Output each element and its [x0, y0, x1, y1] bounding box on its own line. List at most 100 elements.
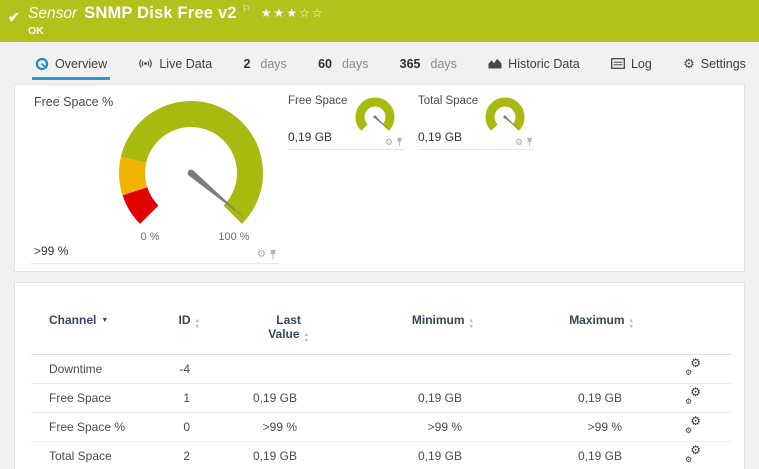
gauge-needle-hub [373, 115, 377, 119]
tab-number: 365 [399, 56, 421, 71]
tab-unit: days [341, 56, 369, 71]
status-ok-check-icon: ✔ [8, 9, 20, 25]
sort-icon: ▲ ▼ [628, 318, 634, 330]
channel-last-value: 0,19 GB [206, 383, 311, 413]
channel-maximum [476, 354, 636, 384]
sensor-title: SNMP Disk Free v2 [84, 4, 237, 22]
priority-stars[interactable]: ★★★☆☆ [261, 6, 325, 20]
object-kind-label: Sensor [28, 5, 78, 22]
column-header-actions [636, 297, 731, 355]
sensor-header: ✔ Sensor SNMP Disk Free v2 ⚐ ★★★☆☆ OK [0, 0, 759, 42]
channel-minimum: 0,19 GB [311, 383, 476, 413]
sort-icon: ▲ ▼ [194, 318, 200, 330]
channel-settings-icon[interactable]: ⚙ ⚙ [685, 415, 701, 435]
channel-settings-icon[interactable]: ⚙ ⚙ [685, 386, 701, 406]
channel-minimum [311, 354, 476, 384]
flag-icon: ⚐ [241, 4, 251, 15]
channel-table: Channel ▼ ID ▲ ▼ Last Value ▲ ▼ Minimum ▲ ▼ [31, 297, 731, 469]
column-header-maximum[interactable]: Maximum ▲ ▼ [476, 297, 636, 355]
gauge-settings-gear-icon[interactable]: ⚙ [385, 138, 393, 147]
tab-2-days[interactable]: 2 days [240, 50, 289, 80]
channel-id: 1 [151, 383, 206, 413]
channel-name-link[interactable]: Free Space [49, 391, 111, 405]
overview-panel: Free Space % 0 % 100 % >99 % ⚙ Free Spac [14, 84, 745, 272]
channel-name-link[interactable]: Downtime [49, 362, 102, 376]
channel-maximum: 0,19 GB [476, 383, 636, 413]
tab-log[interactable]: Log [608, 50, 655, 80]
channel-maximum: 0,19 GB [476, 441, 636, 469]
tab-number: 2 [243, 56, 251, 71]
gauge-title: Free Space % [34, 95, 114, 109]
table-row-downtime: Downtime -4 ⚙ ⚙ [31, 354, 731, 384]
free-space-percent-gauge-panel: Free Space % 0 % 100 % >99 % ⚙ [31, 93, 279, 264]
total-space-gauge-panel: Total Space 0,19 GB ⚙ [418, 93, 534, 150]
column-label: Value [268, 327, 300, 341]
gauge-value: 0,19 GB [418, 130, 463, 144]
log-icon [611, 58, 625, 69]
channel-settings-icon[interactable]: ⚙ ⚙ [685, 444, 701, 464]
tab-bar: Overview Live Data 2 days 60 days 365 da… [0, 50, 759, 80]
gauge-title: Free Space [288, 95, 348, 107]
live-data-icon [139, 59, 153, 68]
channel-maximum: >99 % [476, 412, 636, 442]
free-space-gauge [355, 97, 395, 131]
gauge-value: >99 % [34, 244, 69, 258]
gauge-value: 0,19 GB [288, 130, 333, 144]
column-label: Last [276, 313, 301, 327]
column-label: Channel [49, 313, 97, 327]
historic-chart-icon [488, 58, 502, 69]
channel-id: 0 [151, 412, 206, 442]
tab-overview[interactable]: Overview [32, 50, 111, 80]
gauge-green-segment [485, 97, 525, 131]
gauge-settings-gear-icon[interactable]: ⚙ [257, 250, 266, 260]
gauge-scale-max: 100 % [218, 231, 249, 243]
channel-minimum: >99 % [311, 412, 476, 442]
channel-minimum: 0,19 GB [311, 441, 476, 469]
table-row-total-space: Total Space 2 0,19 GB 0,19 GB 0,19 GB ⚙ ⚙ [31, 441, 731, 469]
pin-icon[interactable] [269, 249, 277, 260]
column-header-id[interactable]: ID ▲ ▼ [151, 297, 206, 355]
channel-table-panel: Channel ▼ ID ▲ ▼ Last Value ▲ ▼ Minimum ▲ ▼ [14, 282, 745, 469]
tab-label: Settings [700, 56, 746, 71]
pin-icon[interactable] [526, 137, 533, 147]
gauge-needle-hub [503, 115, 507, 119]
pin-icon[interactable] [396, 137, 403, 147]
sort-icon: ▲ ▼ [303, 332, 309, 344]
tab-number: 60 [318, 56, 332, 71]
channel-settings-icon[interactable]: ⚙ ⚙ [685, 357, 701, 377]
channel-last-value: 0,19 GB [206, 441, 311, 469]
gauge-title: Total Space [418, 95, 479, 107]
column-label: Maximum [569, 313, 625, 327]
tab-label: Overview [55, 56, 108, 71]
gauge-red-segment [122, 186, 159, 224]
tab-settings[interactable]: ⚙ Settings [680, 50, 749, 80]
column-header-minimum[interactable]: Minimum ▲ ▼ [311, 297, 476, 355]
column-header-last-value[interactable]: Last Value ▲ ▼ [206, 297, 311, 355]
gauge-icon [35, 57, 49, 70]
free-space-gauge-panel: Free Space 0,19 GB ⚙ [288, 93, 404, 150]
channel-id: -4 [151, 354, 206, 384]
gauge-needle-hub [187, 169, 195, 177]
prtg-sensor-page: ✔ Sensor SNMP Disk Free v2 ⚐ ★★★☆☆ OK Ov… [0, 0, 759, 469]
tab-live-data[interactable]: Live Data [135, 50, 215, 80]
channel-name-link[interactable]: Total Space [49, 449, 112, 463]
channel-last-value [206, 354, 311, 384]
total-space-gauge [485, 97, 525, 131]
table-row-free-space: Free Space 1 0,19 GB 0,19 GB 0,19 GB ⚙ ⚙ [31, 383, 731, 413]
free-space-percent-gauge: 0 % 100 % [119, 101, 263, 243]
tab-historic-data[interactable]: Historic Data [485, 50, 583, 80]
tab-label: Historic Data [508, 56, 580, 71]
table-row-free-space-percent: Free Space % 0 >99 % >99 % >99 % ⚙ ⚙ [31, 412, 731, 442]
tab-label: Live Data [159, 56, 213, 71]
column-header-channel[interactable]: Channel ▼ [31, 297, 151, 355]
channel-id: 2 [151, 441, 206, 469]
channel-name-link[interactable]: Free Space % [49, 420, 125, 434]
tab-unit: days [260, 56, 287, 71]
gear-icon: ⚙ [683, 56, 695, 71]
tab-60-days[interactable]: 60 days [315, 50, 371, 80]
gauge-settings-gear-icon[interactable]: ⚙ [515, 138, 523, 147]
column-label: Minimum [411, 313, 465, 327]
tab-label: Log [630, 56, 652, 71]
status-badge: OK [28, 25, 44, 37]
tab-365-days[interactable]: 365 days [397, 50, 460, 80]
